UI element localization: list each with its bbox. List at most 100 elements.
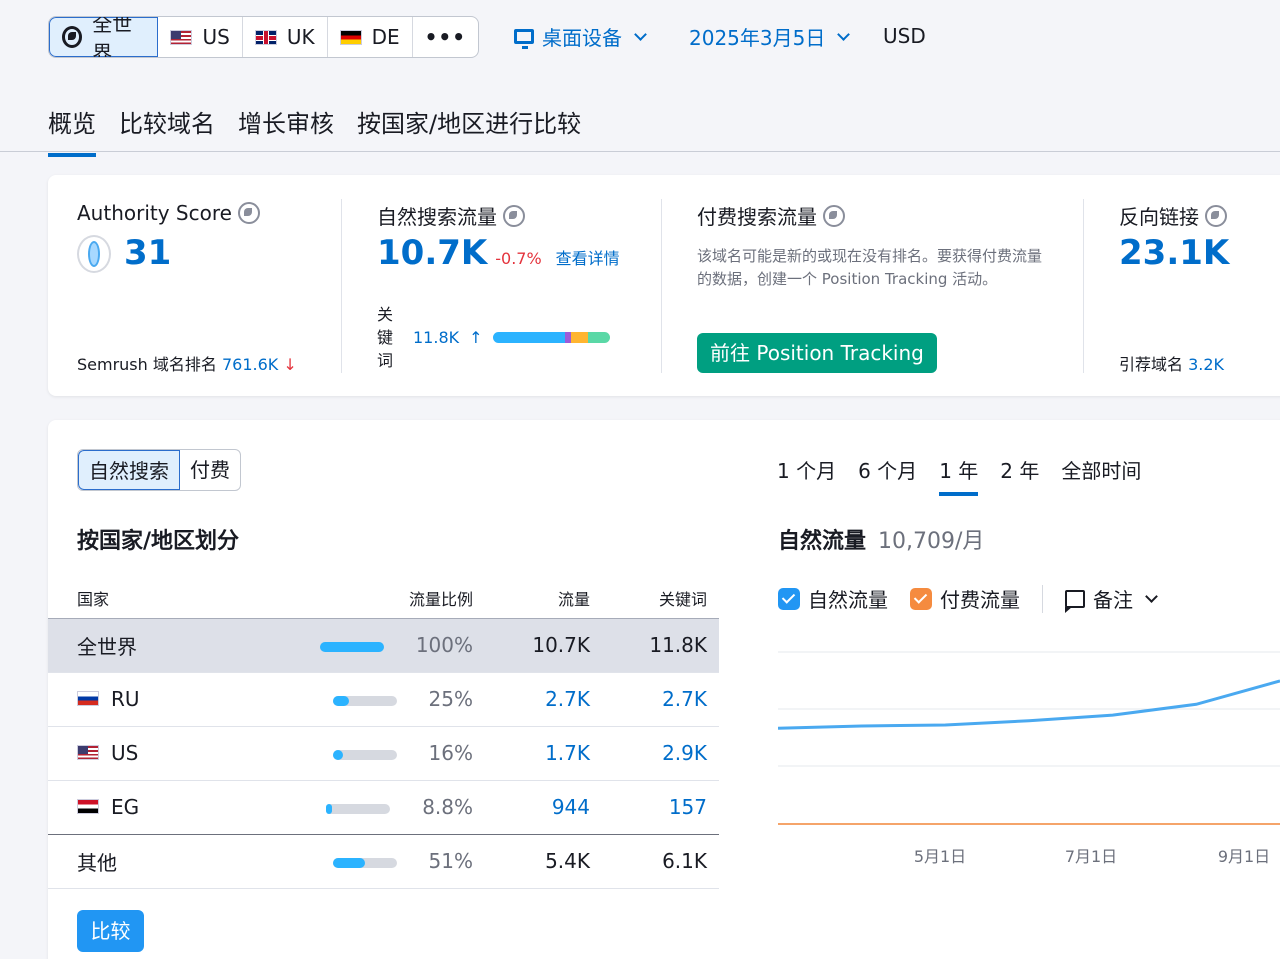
table-row[interactable]: EG 8.8% 944 157 (48, 779, 719, 834)
country-cell: 其他 (48, 833, 285, 889)
time-range-tabs: 1 个月 6 个月 1 年 2 年 全部时间 (777, 455, 1141, 496)
summary-card: Authority Score 31 Semrush 域名排名 761.6K ↓… (48, 175, 1280, 396)
notes-label[interactable]: 备注 (1093, 584, 1133, 613)
country-table: 国家 流量比例 流量 关键词 全世界 100% 10.7K 11.8K RU 2… (48, 578, 719, 889)
compare-button[interactable]: 比较 (77, 910, 144, 952)
traffic-cell[interactable]: 1.7K (485, 725, 602, 780)
divider (341, 199, 342, 373)
traffic-cell: 5.4K (485, 833, 602, 889)
region-us-button[interactable]: US (158, 17, 243, 57)
keywords-cell: 11.8K (602, 617, 719, 672)
organic-trend-title: 自然流量 (778, 529, 867, 554)
device-dropdown[interactable]: 桌面设备 (514, 22, 647, 51)
date-dropdown[interactable]: 2025年3月5日 (689, 22, 851, 51)
organic-traffic-line (778, 679, 1280, 730)
region-worldwide-button[interactable]: 全世界 (49, 16, 159, 58)
legend-paid-label[interactable]: 付费流量 (940, 584, 1020, 613)
share-value: 8.8% (422, 795, 473, 819)
tab-overview[interactable]: 概览 (48, 104, 96, 157)
keywords-distribution-bar (492, 332, 610, 343)
traffic-cell: 10.7K (485, 617, 602, 672)
semrush-rank: Semrush 域名排名 761.6K ↓ (77, 351, 297, 375)
info-icon[interactable] (823, 204, 845, 227)
x-tick-label: 5月1日 (914, 847, 966, 866)
eg-flag-icon (77, 799, 99, 815)
divider (1083, 199, 1084, 373)
info-icon[interactable] (237, 202, 260, 224)
share-value: 25% (428, 687, 473, 711)
column-share[interactable]: 流量比例 (285, 578, 485, 618)
range-all-time[interactable]: 全部时间 (1061, 455, 1141, 496)
date-label: 2025年3月5日 (689, 26, 826, 50)
tab-compare-by-country[interactable]: 按国家/地区进行比较 (357, 104, 581, 157)
country-cell: EG (48, 779, 285, 834)
table-row[interactable]: 其他 51% 5.4K 6.1K (48, 833, 719, 889)
tab-compare-domains[interactable]: 比较域名 (119, 104, 215, 157)
share-cell: 25% (285, 671, 485, 726)
share-value: 100% (415, 633, 473, 657)
region-uk-button[interactable]: UK (243, 17, 328, 57)
position-tracking-button[interactable]: 前往 Position Tracking (697, 333, 937, 373)
keywords-cell[interactable]: 157 (602, 779, 719, 834)
authority-score-value[interactable]: 31 (124, 233, 171, 273)
monitor-icon (514, 29, 534, 49)
keywords-cell[interactable]: 2.7K (602, 671, 719, 726)
share-bar (319, 641, 384, 652)
organic-traffic-chart: 5月1日 7月1日 9月1日 (778, 651, 1280, 866)
range-2-years[interactable]: 2 年 (1000, 455, 1039, 496)
referring-domains-value[interactable]: 3.2K (1188, 355, 1224, 374)
backlinks-value[interactable]: 23.1K (1119, 233, 1229, 273)
tab-growth-audit[interactable]: 增长审核 (238, 104, 334, 157)
country-name: EG (111, 794, 140, 819)
range-1-year[interactable]: 1 年 (939, 455, 979, 496)
currency-label[interactable]: USD (883, 24, 926, 48)
x-tick-label: 7月1日 (1065, 847, 1117, 866)
legend-organic-label[interactable]: 自然流量 (808, 584, 888, 613)
column-country[interactable]: 国家 (48, 578, 285, 618)
region-label: 全世界 (92, 16, 133, 58)
device-label: 桌面设备 (542, 26, 622, 50)
table-row[interactable]: RU 25% 2.7K 2.7K (48, 671, 719, 726)
chart-legend: 自然流量 付费流量 备注 (778, 584, 1158, 613)
share-value: 16% (428, 741, 473, 765)
more-regions-button[interactable]: ••• (413, 17, 478, 57)
table-row[interactable]: 全世界 100% 10.7K 11.8K (48, 617, 719, 672)
keywords-cell[interactable]: 2.9K (602, 725, 719, 780)
info-icon[interactable] (503, 204, 525, 227)
organic-traffic-value[interactable]: 10.7K (377, 233, 487, 273)
rank-value[interactable]: 761.6K (222, 355, 278, 374)
share-cell: 51% (285, 833, 485, 889)
share-cell: 8.8% (285, 779, 485, 834)
region-label: UK (286, 25, 315, 49)
share-bar (332, 857, 397, 868)
paid-toggle[interactable]: 付费 (180, 450, 240, 490)
column-traffic[interactable]: 流量 (485, 578, 602, 618)
view-details-link[interactable]: 查看详情 (556, 245, 620, 269)
traffic-cell[interactable]: 2.7K (485, 671, 602, 726)
country-name: RU (111, 686, 140, 711)
share-cell: 100% (285, 617, 485, 672)
traffic-cell[interactable]: 944 (485, 779, 602, 834)
info-icon[interactable] (1205, 204, 1227, 227)
range-6-months[interactable]: 6 个月 (858, 455, 917, 496)
organic-traffic-label: 自然搜索流量 (377, 205, 497, 229)
organic-checkbox-icon[interactable] (778, 587, 800, 610)
us-flag-icon (77, 745, 99, 761)
note-icon[interactable] (1065, 589, 1085, 613)
column-keywords[interactable]: 关键词 (602, 578, 719, 618)
keywords-value[interactable]: 11.8K (413, 328, 459, 347)
range-1-month[interactable]: 1 个月 (777, 455, 836, 496)
table-row[interactable]: US 16% 1.7K 2.9K (48, 725, 719, 780)
organic-search-toggle[interactable]: 自然搜索 (78, 450, 180, 490)
de-flag-icon (339, 29, 362, 45)
paid-checkbox-icon[interactable] (910, 587, 932, 610)
divider (661, 199, 662, 373)
country-name: US (111, 740, 139, 765)
chevron-down-icon[interactable] (1145, 589, 1158, 603)
x-tick-label: 9月1日 (1218, 847, 1270, 866)
share-bar (326, 803, 391, 814)
region-de-button[interactable]: DE (328, 17, 413, 57)
ru-flag-icon (77, 691, 99, 707)
more-icon: ••• (424, 25, 466, 49)
backlinks-title: 反向链接 (1119, 201, 1227, 230)
